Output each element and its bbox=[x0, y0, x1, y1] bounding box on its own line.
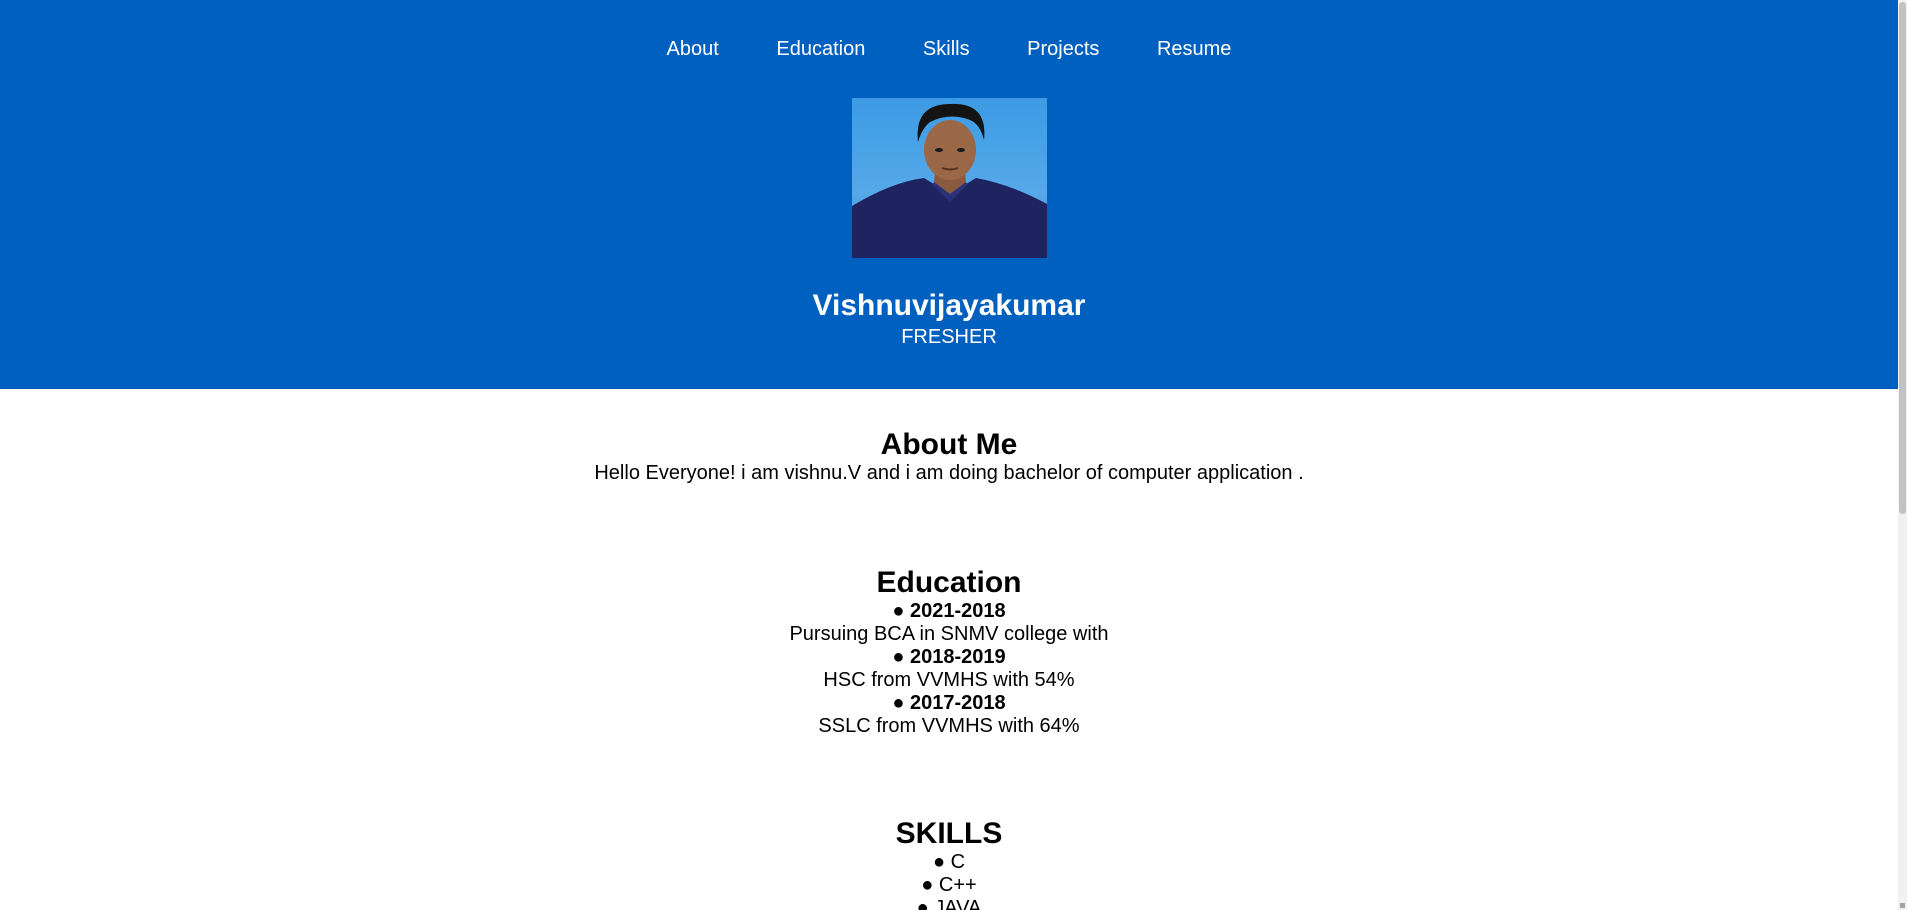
bullet: ● bbox=[916, 897, 929, 910]
bullet: ● bbox=[932, 851, 946, 873]
bullet: ● bbox=[892, 646, 905, 668]
education-entry-detail: Pursuing BCA in SNMV college with bbox=[789, 623, 1109, 645]
skills-section: SKILLS ● C ● C++ ● JAVA bbox=[0, 817, 1898, 910]
bullet: ● bbox=[892, 692, 905, 714]
vertical-scrollbar[interactable] bbox=[1898, 0, 1907, 910]
about-text: Hello Everyone! i am vishnu.V and i am d… bbox=[594, 462, 1304, 484]
top-navigation: About Education Skills Projects Resume bbox=[0, 38, 1898, 61]
skill-label: C bbox=[950, 851, 966, 873]
nav-link-resume[interactable]: Resume bbox=[1157, 38, 1231, 60]
skill-label: C++ bbox=[938, 874, 977, 896]
education-heading: Education bbox=[876, 566, 1022, 599]
education-years: 2017-2018 bbox=[910, 692, 1006, 714]
nav-link-about[interactable]: About bbox=[667, 38, 719, 60]
bullet: ● bbox=[921, 874, 934, 896]
nav-link-projects[interactable]: Projects bbox=[1027, 38, 1099, 60]
education-section: Education ● 2021-2018 Pursuing BCA in SN… bbox=[0, 566, 1898, 738]
skills-heading: SKILLS bbox=[895, 817, 1003, 850]
education-entry-detail: HSC from VVMHS with 54% bbox=[823, 669, 1075, 691]
profile-role: FRESHER bbox=[901, 326, 997, 348]
scrollbar-thumb[interactable] bbox=[1899, 2, 1906, 514]
skill-label: JAVA bbox=[934, 897, 982, 910]
education-years: 2021-2018 bbox=[910, 600, 1006, 622]
portfolio-page: About Education Skills Projects Resume V… bbox=[0, 0, 1898, 910]
nav-link-skills[interactable]: Skills bbox=[923, 38, 970, 60]
education-entry-detail: SSLC from VVMHS with 64% bbox=[818, 715, 1080, 737]
education-entry-year: ● 2021-2018 bbox=[0, 600, 1898, 623]
education-years: 2018-2019 bbox=[910, 646, 1006, 668]
about-heading: About Me bbox=[880, 428, 1018, 461]
nav-link-education[interactable]: Education bbox=[776, 38, 865, 60]
about-section: About Me Hello Everyone! i am vishnu.V a… bbox=[0, 428, 1898, 485]
profile-photo bbox=[852, 98, 1047, 258]
skill-item: ● C++ bbox=[0, 874, 1898, 897]
scroll-down-arrow-icon[interactable] bbox=[1900, 903, 1905, 908]
bullet: ● bbox=[892, 600, 905, 622]
skill-item: ● C bbox=[0, 851, 1898, 874]
profile-name: Vishnuvijayakumar bbox=[812, 289, 1086, 322]
education-entry-year: ● 2018-2019 bbox=[0, 646, 1898, 669]
education-entry-year: ● 2017-2018 bbox=[0, 692, 1898, 715]
hero-header: About Education Skills Projects Resume V… bbox=[0, 0, 1898, 389]
skill-item: ● JAVA bbox=[0, 897, 1898, 910]
